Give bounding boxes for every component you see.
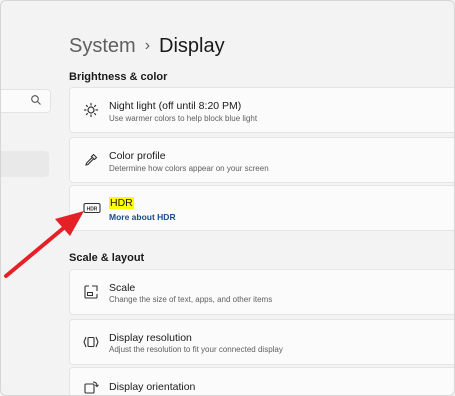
- scale-item[interactable]: Scale Change the size of text, apps, and…: [69, 269, 454, 315]
- hdr-icon: HDR: [83, 202, 101, 214]
- scale-icon: [84, 285, 98, 299]
- display-resolution-title: Display resolution: [109, 332, 192, 344]
- display-resolution-desc: Adjust the resolution to fit your connec…: [109, 345, 283, 354]
- breadcrumb-parent[interactable]: System: [69, 35, 136, 57]
- scale-desc: Change the size of text, apps, and other…: [109, 295, 273, 304]
- hdr-title-text: HDR: [109, 197, 134, 209]
- color-profile-title: Color profile: [109, 150, 166, 162]
- color-profile-desc: Determine how colors appear on your scre…: [109, 164, 269, 173]
- more-about-hdr-link[interactable]: More about HDR: [109, 212, 176, 222]
- resolution-icon: [83, 336, 99, 348]
- page-title: Display: [159, 35, 225, 57]
- orientation-icon: [84, 381, 99, 394]
- section-title-brightness: Brightness & color: [69, 71, 168, 83]
- breadcrumb: System › Display: [69, 34, 225, 60]
- hdr-title: HDR: [109, 197, 134, 209]
- eyedropper-icon: [85, 153, 98, 166]
- breadcrumb-separator: ›: [144, 37, 151, 54]
- nav-item-selected[interactable]: [1, 151, 49, 177]
- hdr-item[interactable]: HDR HDR More about HDR: [69, 185, 454, 231]
- night-light-item[interactable]: Night light (off until 8:20 PM) Use warm…: [69, 87, 454, 133]
- color-profile-item[interactable]: Color profile Determine how colors appea…: [69, 137, 454, 183]
- night-light-desc: Use warmer colors to help block blue lig…: [109, 114, 258, 123]
- search-input[interactable]: [1, 89, 51, 113]
- svg-text:HDR: HDR: [87, 207, 98, 213]
- search-icon: [31, 95, 41, 105]
- display-orientation-title: Display orientation: [109, 381, 196, 393]
- night-light-title: Night light (off until 8:20 PM): [109, 100, 242, 112]
- section-title-scale: Scale & layout: [69, 252, 145, 264]
- brightness-icon: [83, 102, 99, 118]
- display-orientation-item[interactable]: Display orientation: [69, 367, 454, 395]
- settings-window: System › Display Brightness & color Night …: [0, 0, 455, 396]
- display-resolution-item[interactable]: Display resolution Adjust the resolution…: [69, 319, 454, 365]
- scale-title: Scale: [109, 282, 136, 294]
